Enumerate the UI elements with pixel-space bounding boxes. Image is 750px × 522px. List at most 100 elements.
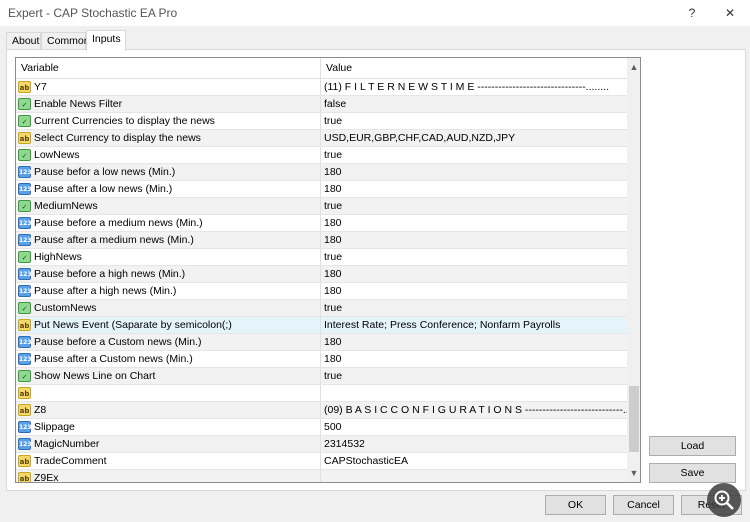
save-button[interactable]: Save xyxy=(649,463,736,483)
variable-name: HighNews xyxy=(34,251,82,263)
column-separator xyxy=(320,453,321,469)
column-separator xyxy=(320,96,321,112)
123-icon: 123 xyxy=(18,353,32,365)
variable-value[interactable]: true xyxy=(324,370,342,382)
header-value[interactable]: Value xyxy=(326,62,352,74)
variable-value[interactable]: true xyxy=(324,149,342,161)
variable-name: MagicNumber xyxy=(34,438,100,450)
chart-toggle-icon: ✓ xyxy=(18,115,31,127)
column-separator xyxy=(320,266,321,282)
variable-value[interactable]: Interest Rate; Press Conference; Nonfarm… xyxy=(324,319,560,331)
table-row[interactable]: ab Z8 (09) B A S I C C O N F I G U R A T I… xyxy=(16,402,632,419)
table-row[interactable]: 123 Pause before a Custom news (Min.) 180 xyxy=(16,334,627,351)
variable-name: TradeComment xyxy=(34,455,107,467)
ok-button[interactable]: OK xyxy=(545,495,606,515)
variable-name: Pause after a Custom news (Min.) xyxy=(34,353,193,365)
table-row[interactable]: ✓ MediumNews true xyxy=(16,198,627,215)
variable-value[interactable]: 180 xyxy=(324,285,342,297)
chart-toggle-icon: ✓ xyxy=(18,149,31,161)
variable-value[interactable]: 180 xyxy=(324,217,342,229)
column-separator xyxy=(320,232,321,248)
title-bar: Expert - CAP Stochastic EA Pro ? ✕ xyxy=(0,0,750,26)
zoom-in-icon[interactable] xyxy=(707,483,741,517)
vertical-scrollbar[interactable]: ▲ ▼ xyxy=(627,58,640,482)
column-separator xyxy=(320,130,321,146)
header-variable[interactable]: Variable xyxy=(21,62,59,74)
table-row[interactable]: 123 Pause after a medium news (Min.) 180 xyxy=(16,232,627,249)
variable-value[interactable]: 2314532 xyxy=(324,438,365,450)
variable-value[interactable]: CAPStochasticEA xyxy=(324,455,408,467)
tab-common[interactable]: Common xyxy=(41,32,90,50)
table-row[interactable]: 123 Pause before a medium news (Min.) 180 xyxy=(16,215,627,232)
ab-icon: ab xyxy=(18,404,31,416)
variable-value[interactable]: 180 xyxy=(324,234,342,246)
variable-value[interactable]: 180 xyxy=(324,166,342,178)
table-row[interactable]: 123 Pause before a high news (Min.) 180 xyxy=(16,266,627,283)
column-separator xyxy=(320,351,321,367)
variable-value[interactable]: true xyxy=(324,115,342,127)
variable-value[interactable]: 180 xyxy=(324,336,342,348)
table-row[interactable]: ab TradeComment CAPStochasticEA xyxy=(16,453,627,470)
table-row[interactable]: ✓ CustomNews true xyxy=(16,300,627,317)
variable-value[interactable]: true xyxy=(324,302,342,314)
variable-name: Pause befor a low news (Min.) xyxy=(34,166,176,178)
table-row[interactable]: ✓ Enable News Filter false xyxy=(16,96,627,113)
variable-name: Z9Ex xyxy=(34,472,59,483)
variable-value[interactable]: true xyxy=(324,251,342,263)
table-row[interactable]: ab Select Currency to display the news USD… xyxy=(16,130,627,147)
table-row[interactable]: ab xyxy=(16,385,627,402)
table-row[interactable]: ab Z9Ex xyxy=(16,470,627,483)
tab-about[interactable]: About xyxy=(6,32,41,50)
123-icon: 123 xyxy=(18,421,32,433)
table-row[interactable]: ✓ Show News Line on Chart true xyxy=(16,368,627,385)
variable-value[interactable]: 180 xyxy=(324,183,342,195)
chart-toggle-icon: ✓ xyxy=(18,98,31,110)
variable-value[interactable]: false xyxy=(324,98,346,110)
variable-name: Enable News Filter xyxy=(34,98,123,110)
variable-value[interactable]: (09) B A S I C C O N F I G U R A T I O N… xyxy=(324,404,632,416)
table-row[interactable]: 123 MagicNumber 2314532 xyxy=(16,436,627,453)
tab-inputs[interactable]: Inputs xyxy=(86,30,126,51)
variable-value[interactable]: true xyxy=(324,200,342,212)
table-row[interactable]: 123 Pause befor a low news (Min.) 180 xyxy=(16,164,627,181)
close-button[interactable]: ✕ xyxy=(720,4,740,22)
table-header: Variable Value xyxy=(16,58,627,79)
table-row[interactable]: ✓ LowNews true xyxy=(16,147,627,164)
variable-name: Pause before a medium news (Min.) xyxy=(34,217,203,229)
table-row[interactable]: ✓ Current Currencies to display the news t… xyxy=(16,113,627,130)
variable-value[interactable]: USD,EUR,GBP,CHF,CAD,AUD,NZD,JPY xyxy=(324,132,515,144)
table-row[interactable]: ab Put News Event (Saparate by semicolon(… xyxy=(16,317,627,334)
load-button[interactable]: Load xyxy=(649,436,736,456)
variable-value[interactable]: 500 xyxy=(324,421,342,433)
column-separator[interactable] xyxy=(320,58,321,78)
column-separator xyxy=(320,402,321,418)
table-row[interactable]: ab Y7 (11) F I L T E R N E W S T I M E ---… xyxy=(16,79,627,96)
123-icon: 123 xyxy=(18,183,32,195)
table-row[interactable]: 123 Pause after a high news (Min.) 180 xyxy=(16,283,627,300)
table-row[interactable]: 123 Slippage 500 xyxy=(16,419,627,436)
variable-name: Pause after a high news (Min.) xyxy=(34,285,177,297)
scroll-thumb[interactable] xyxy=(629,386,639,452)
column-separator xyxy=(320,470,321,482)
cancel-button[interactable]: Cancel xyxy=(613,495,674,515)
column-separator xyxy=(320,147,321,163)
variable-name: Pause after a low news (Min.) xyxy=(34,183,173,195)
chart-toggle-icon: ✓ xyxy=(18,251,31,263)
variable-value[interactable]: 180 xyxy=(324,353,342,365)
column-separator xyxy=(320,113,321,129)
chart-toggle-icon: ✓ xyxy=(18,370,31,382)
variable-name: Current Currencies to display the news xyxy=(34,115,215,127)
table-row[interactable]: 123 Pause after a low news (Min.) 180 xyxy=(16,181,627,198)
123-icon: 123 xyxy=(18,285,32,297)
help-button[interactable]: ? xyxy=(682,4,702,22)
variable-value[interactable]: (11) F I L T E R N E W S T I M E -------… xyxy=(324,81,609,93)
variable-value[interactable]: 180 xyxy=(324,268,342,280)
scroll-up-icon[interactable]: ▲ xyxy=(627,60,640,74)
variable-name: Put News Event (Saparate by semicolon(;) xyxy=(34,319,232,331)
inputs-table: Variable Value ab Y7 (11) F I L T E R N E … xyxy=(15,57,641,483)
variable-name: Pause before a high news (Min.) xyxy=(34,268,186,280)
table-row[interactable]: 123 Pause after a Custom news (Min.) 180 xyxy=(16,351,627,368)
scroll-down-icon[interactable]: ▼ xyxy=(627,466,640,480)
variable-name: Show News Line on Chart xyxy=(34,370,156,382)
table-row[interactable]: ✓ HighNews true xyxy=(16,249,627,266)
